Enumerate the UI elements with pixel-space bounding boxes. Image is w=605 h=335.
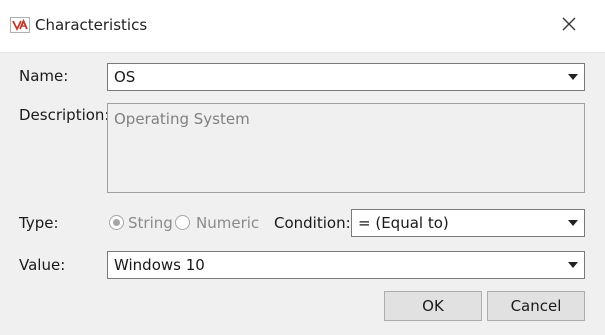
value-label: Value: bbox=[19, 256, 66, 274]
name-label: Name: bbox=[19, 67, 69, 85]
description-field[interactable]: Operating System bbox=[107, 103, 585, 193]
chevron-down-icon bbox=[568, 262, 578, 268]
cancel-button[interactable]: Cancel bbox=[487, 291, 585, 321]
type-numeric-label: Numeric bbox=[196, 214, 260, 232]
type-string-label: String bbox=[128, 214, 173, 232]
name-value: OS bbox=[114, 68, 136, 86]
window-title: Characteristics bbox=[35, 16, 148, 34]
dialog-body: Name: OS Description: Operating System T… bbox=[0, 53, 605, 335]
value-value: Windows 10 bbox=[114, 256, 205, 274]
title-bar: Characteristics bbox=[0, 0, 605, 53]
description-label: Description: bbox=[19, 106, 110, 124]
condition-dropdown[interactable]: = (Equal to) bbox=[351, 209, 585, 237]
name-dropdown[interactable]: OS bbox=[107, 63, 585, 91]
type-string-radio[interactable] bbox=[109, 215, 124, 230]
value-dropdown[interactable]: Windows 10 bbox=[107, 251, 585, 279]
chevron-down-icon bbox=[568, 74, 578, 80]
condition-value: = (Equal to) bbox=[358, 214, 449, 232]
type-numeric-radio[interactable] bbox=[175, 215, 190, 230]
close-icon bbox=[562, 17, 576, 35]
close-button[interactable] bbox=[549, 10, 589, 42]
va-logo-icon bbox=[10, 17, 30, 33]
type-label: Type: bbox=[19, 214, 59, 232]
ok-button[interactable]: OK bbox=[384, 291, 482, 321]
chevron-down-icon bbox=[568, 220, 578, 226]
condition-label: Condition: bbox=[274, 214, 351, 232]
